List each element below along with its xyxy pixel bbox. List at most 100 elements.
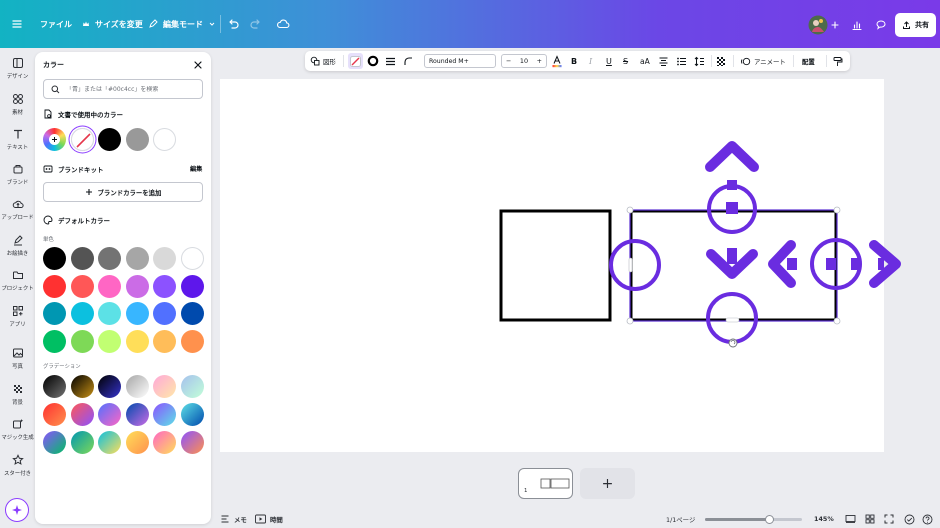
rail-item-elements[interactable]: 素材: [0, 93, 35, 116]
page-indicator[interactable]: 1/1ページ: [666, 512, 695, 526]
resize-handle-bottom-right[interactable]: [833, 317, 841, 325]
text-color-button[interactable]: [551, 51, 563, 71]
decrease-font-size-button[interactable]: −: [506, 57, 511, 65]
comments-button[interactable]: [872, 13, 890, 37]
gradient-color-swatch[interactable]: [180, 403, 204, 426]
solid-color-swatch[interactable]: [98, 302, 121, 325]
add-brand-color-button[interactable]: ブランドカラーを追加: [43, 182, 203, 202]
timer-button[interactable]: 時間: [255, 512, 283, 526]
doc-color-swatch[interactable]: [153, 128, 176, 151]
gradient-color-swatch[interactable]: [98, 431, 121, 454]
resize-handle-top-left[interactable]: [626, 206, 634, 214]
solid-color-swatch[interactable]: [70, 247, 94, 270]
solid-color-swatch[interactable]: [125, 274, 149, 298]
gradient-color-swatch[interactable]: [153, 375, 176, 398]
rail-item-brand[interactable]: ブランド: [0, 163, 35, 186]
corner-rounding-button[interactable]: [403, 51, 413, 71]
solid-color-swatch[interactable]: [98, 274, 121, 298]
animate-button[interactable]: アニメート: [740, 51, 786, 71]
border-style-button[interactable]: [385, 51, 396, 71]
solid-color-swatch[interactable]: [43, 247, 66, 270]
fullscreen-button[interactable]: [884, 512, 894, 526]
gradient-color-swatch[interactable]: [98, 403, 121, 426]
side-handle-bottom[interactable]: [725, 317, 740, 323]
check-button[interactable]: [904, 512, 915, 526]
share-button[interactable]: 共有: [895, 13, 936, 37]
rail-item-draw[interactable]: お絵描き: [0, 234, 35, 257]
increase-font-size-button[interactable]: +: [537, 57, 542, 65]
gradient-color-swatch[interactable]: [125, 375, 149, 398]
spacing-button[interactable]: [694, 51, 705, 71]
analytics-button[interactable]: [848, 13, 866, 37]
shape-swap-button[interactable]: 図形: [310, 51, 336, 71]
gradient-color-swatch[interactable]: [43, 431, 66, 454]
gradient-color-swatch[interactable]: [180, 375, 204, 398]
solid-color-swatch[interactable]: [153, 329, 176, 353]
add-page-button[interactable]: +: [580, 468, 635, 499]
resize-handle-bottom-left[interactable]: [626, 317, 634, 325]
solid-color-swatch[interactable]: [180, 329, 204, 353]
solid-color-swatch[interactable]: [70, 274, 94, 298]
rail-item-text[interactable]: テキスト: [0, 128, 35, 151]
font-size-value[interactable]: 10: [520, 57, 528, 65]
strikethrough-button[interactable]: S: [623, 51, 628, 71]
solid-color-swatch[interactable]: [43, 302, 66, 325]
menu-button[interactable]: [10, 0, 24, 48]
transparency-button[interactable]: [716, 51, 727, 71]
border-color-button[interactable]: [367, 51, 379, 71]
resize-button[interactable]: サイズを変更: [82, 0, 143, 48]
solid-color-swatch[interactable]: [125, 247, 149, 270]
solid-color-swatch[interactable]: [153, 274, 176, 298]
magic-assistant-button[interactable]: [5, 498, 29, 522]
position-button[interactable]: 配置: [802, 51, 815, 71]
gradient-color-swatch[interactable]: [70, 403, 94, 426]
grid-view-button[interactable]: [865, 512, 875, 526]
solid-color-swatch[interactable]: [98, 247, 121, 270]
italic-button[interactable]: I: [589, 51, 592, 71]
zoom-level[interactable]: 145%: [814, 512, 834, 526]
solid-color-swatch[interactable]: [70, 329, 94, 353]
solid-color-swatch[interactable]: [125, 329, 149, 353]
list-button[interactable]: [676, 51, 687, 71]
rail-item-upload[interactable]: アップロード: [0, 198, 35, 221]
letter-case-button[interactable]: aA: [640, 51, 650, 71]
gradient-color-swatch[interactable]: [70, 375, 94, 398]
zoom-slider[interactable]: [705, 515, 802, 524]
solid-color-swatch[interactable]: [43, 329, 66, 353]
rail-item-projects[interactable]: プロジェクト: [0, 269, 35, 292]
gradient-color-swatch[interactable]: [153, 403, 176, 426]
solid-color-swatch[interactable]: [180, 274, 204, 298]
brand-kit-edit-link[interactable]: 編集: [190, 164, 202, 173]
close-panel-button[interactable]: [192, 59, 204, 71]
rail-item-design[interactable]: デザイン: [0, 57, 35, 80]
gradient-color-swatch[interactable]: [43, 375, 66, 398]
solid-color-swatch[interactable]: [153, 302, 176, 325]
solid-color-swatch[interactable]: [125, 302, 149, 325]
rail-item-photos[interactable]: 写真: [0, 347, 35, 370]
text-align-button[interactable]: [658, 51, 669, 71]
font-family-dropdown[interactable]: Rounded M+: [424, 54, 496, 68]
gradient-color-swatch[interactable]: [125, 403, 149, 426]
page-thumbnail[interactable]: 1: [518, 468, 573, 499]
rail-item-background[interactable]: 背景: [0, 383, 35, 406]
edit-mode-button[interactable]: 編集モード: [148, 0, 216, 48]
notes-button[interactable]: メモ: [220, 512, 247, 526]
design-canvas[interactable]: [220, 79, 884, 452]
zoom-slider-thumb[interactable]: [764, 515, 774, 524]
add-collaborator-button[interactable]: [830, 13, 840, 37]
no-color-swatch[interactable]: [71, 128, 94, 151]
doc-color-swatch[interactable]: [98, 128, 121, 151]
solid-color-swatch[interactable]: [98, 329, 121, 353]
gradient-color-swatch[interactable]: [125, 431, 149, 454]
side-handle-left[interactable]: [628, 257, 633, 273]
cloud-save-status[interactable]: [276, 0, 290, 48]
add-color-button[interactable]: [43, 128, 66, 151]
rail-item-starred[interactable]: スター付き: [0, 454, 35, 477]
doc-color-swatch[interactable]: [125, 128, 149, 151]
rail-item-apps[interactable]: アプリ: [0, 305, 35, 328]
solid-color-swatch[interactable]: [153, 247, 176, 270]
avatar[interactable]: [808, 13, 828, 37]
solid-color-swatch[interactable]: [180, 247, 204, 270]
gradient-color-swatch[interactable]: [180, 431, 204, 454]
copy-style-button[interactable]: [832, 51, 843, 71]
